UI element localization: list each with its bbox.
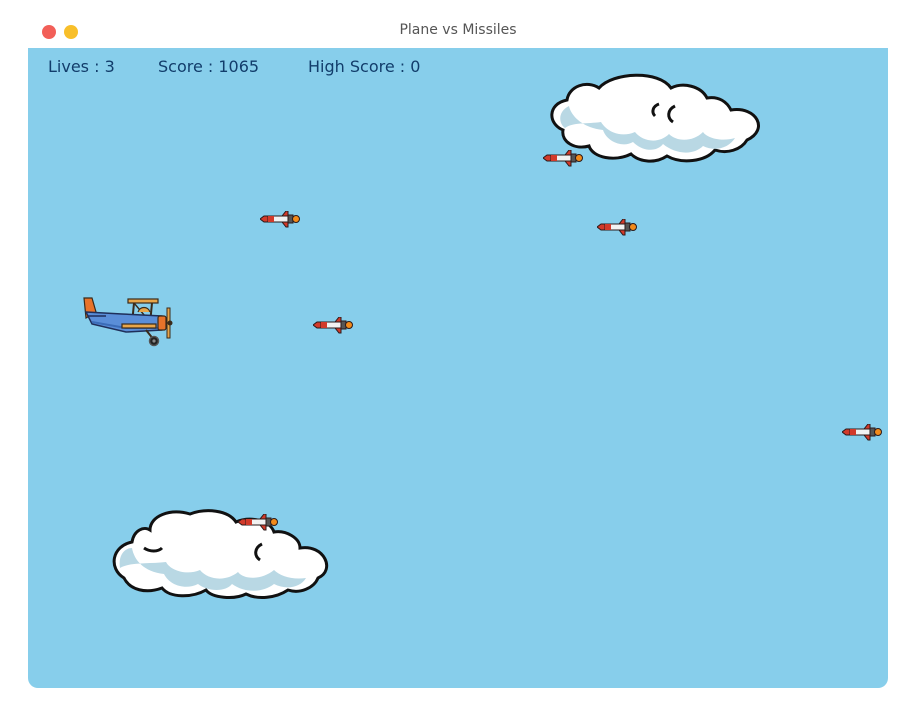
hud-separator: : bbox=[202, 57, 219, 76]
hud-high-score-value: 0 bbox=[410, 57, 421, 76]
hud-lives-label: Lives bbox=[48, 57, 90, 76]
hud-high-score-label: High Score bbox=[308, 57, 395, 76]
missile-sprite bbox=[543, 150, 583, 167]
hud-lives-value: 3 bbox=[104, 57, 115, 76]
hud-score-value: 1065 bbox=[218, 57, 260, 76]
hud-score: Score : 1065 bbox=[158, 57, 259, 76]
missile-sprite bbox=[597, 219, 637, 236]
missile-sprite bbox=[260, 211, 300, 228]
window-titlebar: Plane vs Missiles bbox=[0, 0, 916, 48]
missile-sprite bbox=[842, 424, 882, 441]
hud-lives: Lives : 3 bbox=[48, 57, 115, 76]
cloud-sprite bbox=[112, 509, 329, 599]
missile-sprite bbox=[238, 514, 278, 531]
game-canvas[interactable]: Lives : 3 Score : 1065 High Score : 0 bbox=[28, 48, 888, 688]
hud-separator: : bbox=[89, 57, 105, 76]
hud-high-score: High Score : 0 bbox=[308, 57, 420, 76]
hud-score-label: Score bbox=[158, 57, 203, 76]
hud-separator: : bbox=[394, 57, 411, 76]
window-title: Plane vs Missiles bbox=[399, 22, 517, 38]
player-biplane-sprite bbox=[83, 297, 173, 347]
missile-sprite bbox=[313, 317, 353, 334]
